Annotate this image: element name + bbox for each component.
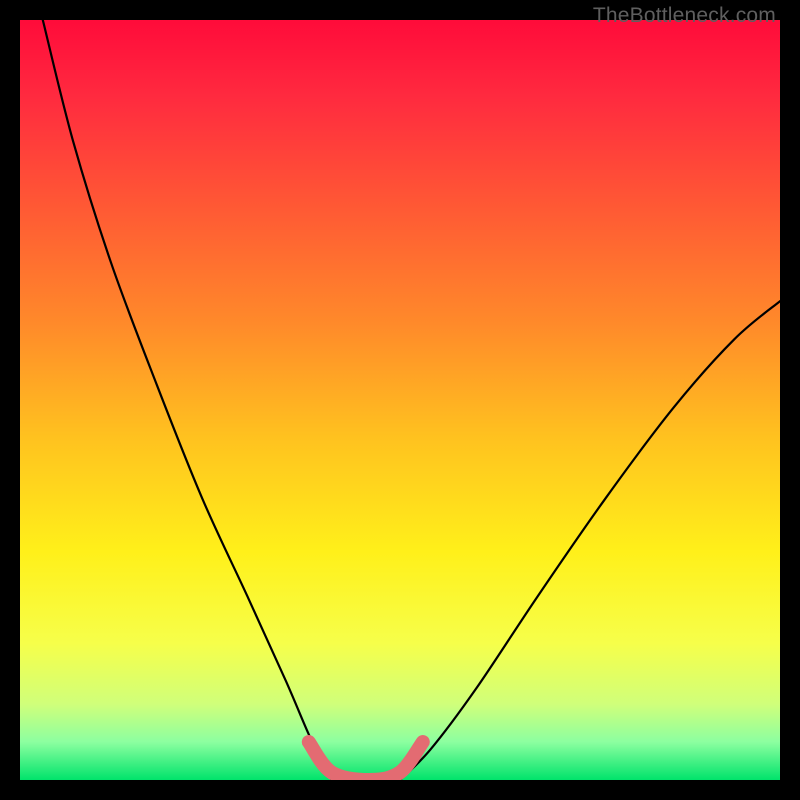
curve-overlay: [20, 20, 780, 780]
bottom-marker-path: [309, 742, 423, 780]
plot-area: [20, 20, 780, 780]
right-curve-path: [400, 301, 780, 780]
watermark-text: TheBottleneck.com: [593, 4, 776, 28]
left-curve-path: [43, 20, 332, 780]
chart-frame: TheBottleneck.com: [0, 0, 800, 800]
